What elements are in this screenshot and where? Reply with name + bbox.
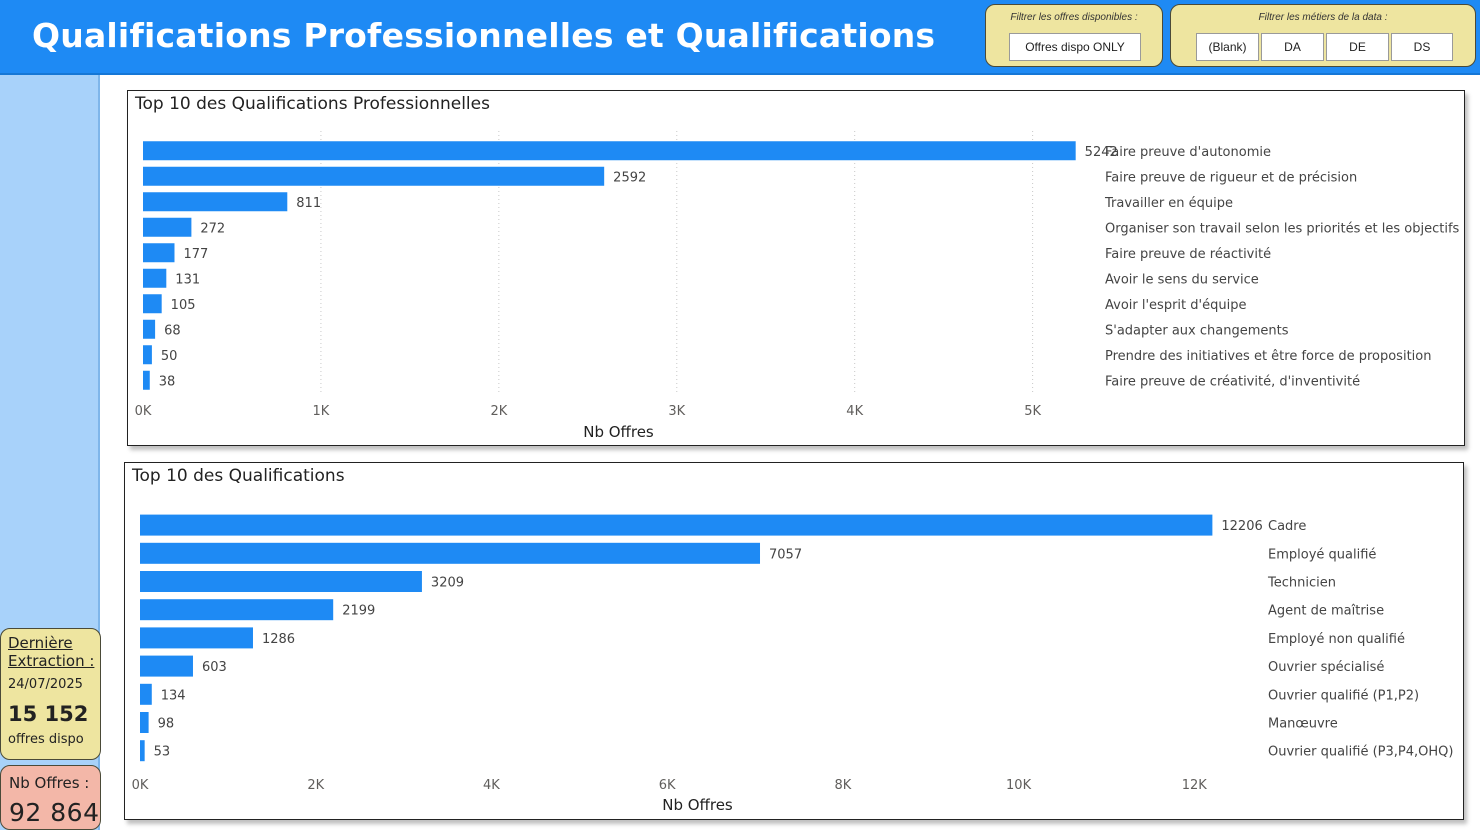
x-axis-label: Nb Offres	[583, 423, 654, 441]
data-label: 177	[183, 247, 208, 262]
data-label: 811	[296, 196, 321, 211]
category-label: Avoir l'esprit d'équipe	[1105, 298, 1246, 313]
data-label: 2592	[613, 170, 646, 185]
x-axis-label: Nb Offres	[662, 796, 733, 814]
filter-dispo-label: Filtrer les offres disponibles :	[1010, 12, 1138, 23]
chart-canvas: 0K 1K 2K 3K 4K 5KNb Offres5242Faire preuve d'…	[135, 131, 1460, 441]
data-label: 134	[161, 688, 186, 703]
filter-metiers-panel: Filtrer les métiers de la data : (Blank)…	[1170, 4, 1476, 67]
category-label: Employé non qualifié	[1268, 632, 1405, 647]
dashboard: Qualifications Professionnelles et Quali…	[0, 0, 1480, 830]
bar	[143, 141, 1076, 161]
bar	[140, 655, 193, 677]
category-label: Agent de maîtrise	[1268, 604, 1384, 619]
x-tick-label: 12K	[1182, 778, 1208, 793]
bar	[140, 514, 1213, 536]
filter-de-button[interactable]: DE	[1326, 33, 1389, 61]
category-label: Ouvrier spécialisé	[1268, 660, 1384, 675]
x-tick-label: 2K	[490, 404, 507, 419]
bar	[143, 243, 175, 263]
bar	[143, 217, 192, 237]
category-label: Travailler en équipe	[1104, 196, 1233, 211]
x-tick-label: 0K	[132, 778, 149, 793]
category-label: Manœuvre	[1268, 717, 1338, 732]
header-bar: Qualifications Professionnelles et Quali…	[0, 0, 1480, 75]
bar	[143, 294, 162, 314]
bar	[140, 683, 152, 705]
data-label: 7057	[769, 547, 802, 562]
x-tick-label: 1K	[313, 404, 330, 419]
data-label: 12206	[1221, 519, 1262, 534]
x-tick-label: 8K	[834, 778, 851, 793]
category-label: Faire preuve de rigueur et de précision	[1105, 170, 1357, 185]
category-label: Faire preuve de créativité, d'inventivit…	[1105, 374, 1360, 389]
data-label: 53	[154, 745, 171, 760]
filter-da-button[interactable]: DA	[1261, 33, 1324, 61]
kpi-offres-dispo-value: 15 152	[8, 702, 89, 726]
bar	[140, 627, 253, 649]
category-label: Faire preuve de réactivité	[1105, 247, 1271, 262]
filter-metiers-label: Filtrer les métiers de la data :	[1258, 12, 1388, 23]
kpi-nb-offres-value: 92 864	[9, 798, 100, 827]
category-label: Prendre des initiatives et être force de…	[1105, 349, 1431, 364]
category-label: Organiser son travail selon les priorité…	[1105, 221, 1460, 236]
data-label: 131	[175, 272, 200, 287]
x-tick-label: 4K	[483, 778, 500, 793]
kpi-nb-offres-label: Nb Offres :	[9, 774, 90, 792]
offres-dispo-only-button[interactable]: Offres dispo ONLY	[1009, 33, 1141, 61]
filter-blank-button[interactable]: (Blank)	[1196, 33, 1259, 61]
bar	[143, 268, 167, 288]
category-label: Avoir le sens du service	[1105, 272, 1259, 287]
page-title: Qualifications Professionnelles et Quali…	[32, 16, 936, 55]
bar	[143, 192, 288, 212]
kpi-extraction-date: 24/07/2025	[8, 677, 83, 692]
data-label: 98	[158, 717, 175, 732]
bar	[143, 345, 152, 365]
data-label: 3209	[431, 576, 464, 591]
category-label: Cadre	[1268, 519, 1306, 534]
x-tick-label: 3K	[668, 404, 685, 419]
x-tick-label: 5K	[1024, 404, 1041, 419]
x-tick-label: 0K	[135, 404, 152, 419]
category-label: Faire preuve d'autonomie	[1105, 145, 1271, 160]
kpi-offres-dispo-label: offres dispo	[8, 732, 84, 747]
category-label: Ouvrier qualifié (P3,P4,OHQ)	[1268, 745, 1453, 760]
bar	[140, 571, 422, 592]
bar	[143, 166, 605, 186]
kpi-last-extraction: Dernière Extraction : 24/07/2025 15 152 …	[0, 628, 101, 760]
data-label: 38	[159, 374, 176, 389]
category-label: S'adapter aux changements	[1105, 323, 1289, 338]
kpi-extraction-label: Dernière Extraction :	[8, 634, 95, 670]
category-label: Technicien	[1267, 576, 1336, 591]
bar	[143, 319, 156, 339]
kpi-nb-offres: Nb Offres : 92 864	[0, 765, 101, 830]
chart-canvas: 0K 2K 4K 6K 8K 10K 12K Nb Offres 12206 Cadre 7057 E…	[132, 514, 1453, 814]
bar	[143, 370, 150, 390]
data-label: 68	[164, 323, 181, 338]
data-label: 603	[202, 660, 227, 675]
bar	[140, 542, 761, 564]
x-tick-label: 2K	[307, 778, 324, 793]
bar	[140, 712, 149, 733]
filter-ds-button[interactable]: DS	[1391, 33, 1453, 61]
x-tick-label: 4K	[846, 404, 863, 419]
x-tick-label: 6K	[659, 778, 676, 793]
category-label: Ouvrier qualifié (P1,P2)	[1268, 688, 1419, 703]
chart-qualifications: Top 10 des Qualifications 0K 2K 4K 6K 8K 10K 1…	[124, 462, 1464, 820]
x-tick-label: 10K	[1006, 778, 1032, 793]
filter-dispo-panel: Filtrer les offres disponibles : Offres …	[985, 4, 1163, 67]
category-label: Employé qualifié	[1268, 547, 1376, 562]
data-label: 50	[161, 349, 178, 364]
bar	[140, 599, 334, 621]
data-label: 1286	[262, 632, 295, 647]
data-label: 105	[171, 298, 196, 313]
data-label: 272	[200, 221, 225, 236]
data-label: 2199	[342, 604, 375, 619]
chart-qualifications-professionnelles: Top 10 des Qualifications Professionnell…	[127, 90, 1465, 446]
bar	[140, 740, 145, 762]
